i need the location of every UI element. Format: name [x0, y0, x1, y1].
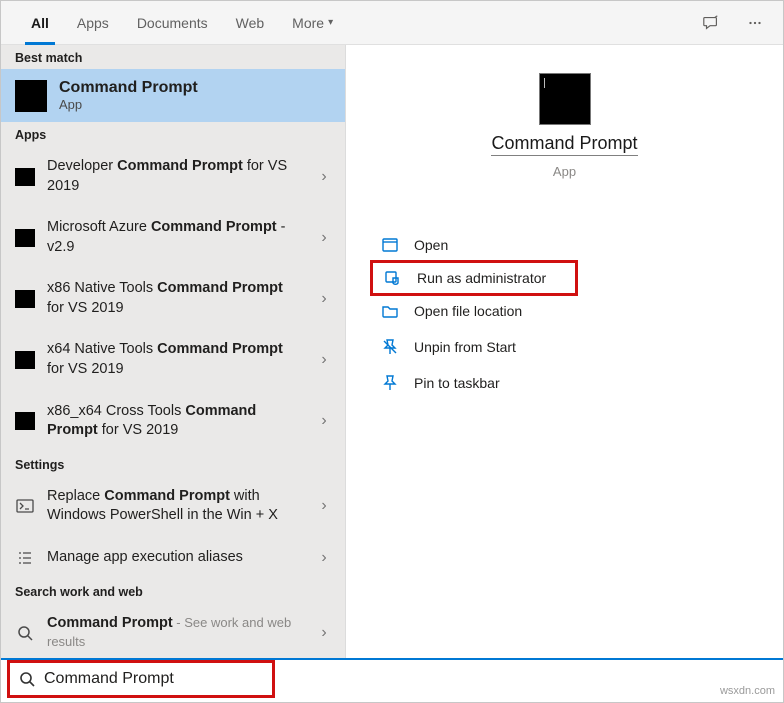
search-icon	[15, 623, 35, 643]
chevron-right-icon[interactable]: ›	[313, 549, 335, 567]
tab-web[interactable]: Web	[222, 1, 279, 45]
action-open[interactable]: Open	[346, 227, 783, 263]
action-open-file-location[interactable]: Open file location	[346, 293, 783, 329]
section-best-match: Best match	[1, 45, 345, 69]
ellipsis-icon	[746, 14, 764, 32]
best-match-subtitle: App	[59, 97, 198, 112]
chevron-right-icon[interactable]: ›	[313, 624, 335, 642]
chevron-right-icon[interactable]: ›	[313, 497, 335, 515]
watermark: wsxdn.com	[720, 685, 775, 697]
folder-icon	[380, 301, 400, 321]
chevron-right-icon[interactable]: ›	[313, 229, 335, 247]
feedback-button[interactable]	[693, 5, 729, 41]
section-apps: Apps	[1, 122, 345, 146]
app-result[interactable]: x86_x64 Cross Tools Command Prompt for V…	[1, 391, 345, 452]
setting-result[interactable]: Manage app execution aliases ›	[1, 537, 345, 579]
result-hero: Command Prompt App	[346, 65, 783, 197]
pin-icon	[380, 373, 400, 393]
more-options-button[interactable]	[737, 5, 773, 41]
app-result[interactable]: x86 Native Tools Command Prompt for VS 2…	[1, 268, 345, 329]
feedback-icon	[702, 14, 720, 32]
admin-icon	[383, 268, 403, 288]
tab-documents[interactable]: Documents	[123, 1, 222, 45]
results-pane: Best match Command Prompt App Apps Devel…	[1, 45, 346, 658]
web-result[interactable]: Command Prompt - See work and web result…	[1, 603, 345, 658]
action-pin-to-taskbar[interactable]: Pin to taskbar	[346, 365, 783, 401]
action-unpin-from-start[interactable]: Unpin from Start	[346, 329, 783, 365]
action-list: Open Run as administrator Open file loca…	[346, 197, 783, 401]
powershell-icon	[15, 496, 35, 516]
section-settings: Settings	[1, 452, 345, 476]
command-prompt-icon	[15, 351, 35, 369]
best-match-result[interactable]: Command Prompt App	[1, 69, 345, 122]
search-icon	[18, 670, 36, 688]
section-search-web: Search work and web	[1, 579, 345, 603]
details-pane: Command Prompt App Open Run as administr…	[346, 45, 783, 658]
chevron-right-icon[interactable]: ›	[313, 351, 335, 369]
best-match-title: Command Prompt	[59, 79, 198, 97]
command-prompt-icon	[15, 412, 35, 430]
hero-subtitle: App	[553, 164, 576, 179]
chevron-right-icon[interactable]: ›	[313, 290, 335, 308]
app-result[interactable]: Microsoft Azure Command Prompt - v2.9 ›	[1, 207, 345, 268]
search-box[interactable]	[7, 660, 275, 698]
command-prompt-icon	[539, 73, 591, 125]
unpin-icon	[380, 337, 400, 357]
action-run-as-administrator[interactable]: Run as administrator	[370, 260, 578, 296]
app-result[interactable]: Developer Command Prompt for VS 2019 ›	[1, 146, 345, 207]
chevron-down-icon: ▾	[328, 17, 333, 28]
tab-apps[interactable]: Apps	[63, 1, 123, 45]
tab-more[interactable]: More▾	[278, 1, 347, 45]
search-bar: wsxdn.com	[1, 658, 783, 702]
setting-result[interactable]: Replace Command Prompt with Windows Powe…	[1, 476, 345, 537]
command-prompt-icon	[15, 168, 35, 186]
tab-all[interactable]: All	[17, 1, 63, 45]
app-result[interactable]: x64 Native Tools Command Prompt for VS 2…	[1, 329, 345, 390]
open-icon	[380, 235, 400, 255]
command-prompt-icon	[15, 80, 47, 112]
chevron-right-icon[interactable]: ›	[313, 168, 335, 186]
search-scope-tabs: All Apps Documents Web More▾	[1, 1, 783, 45]
hero-title[interactable]: Command Prompt	[491, 133, 637, 156]
command-prompt-icon	[15, 229, 35, 247]
search-input[interactable]	[44, 670, 264, 688]
list-icon	[15, 548, 35, 568]
apps-results: Developer Command Prompt for VS 2019 › M…	[1, 146, 345, 452]
command-prompt-icon	[15, 290, 35, 308]
chevron-right-icon[interactable]: ›	[313, 412, 335, 430]
